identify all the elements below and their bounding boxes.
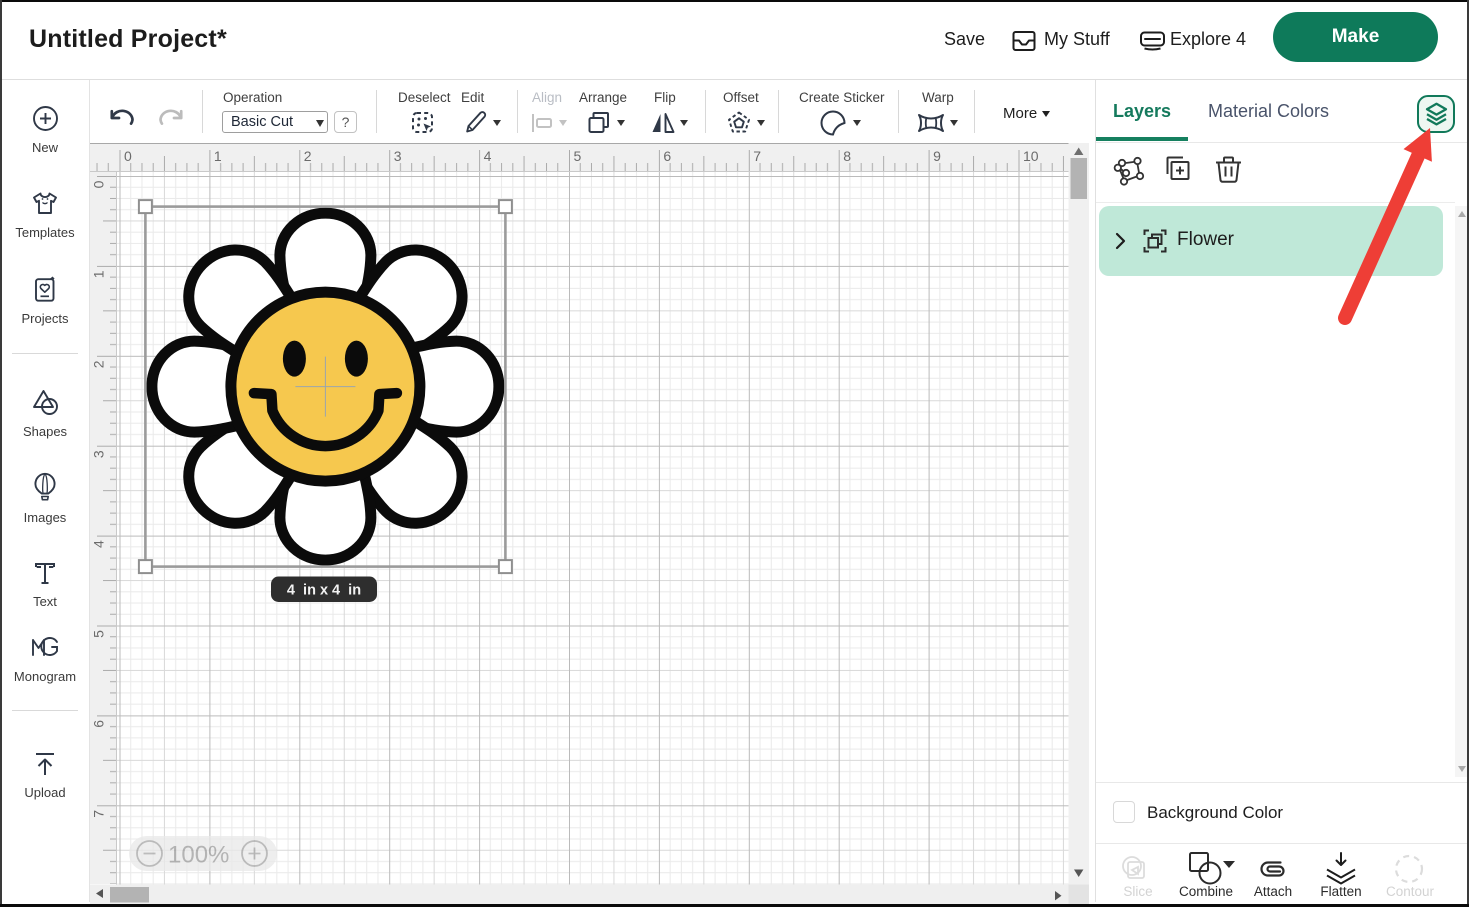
svg-text:5: 5	[91, 630, 107, 638]
svg-text:8: 8	[843, 148, 851, 164]
svg-text:1: 1	[214, 148, 222, 164]
svg-text:6: 6	[663, 148, 671, 164]
svg-text:9: 9	[933, 148, 941, 164]
svg-text:4: 4	[484, 148, 492, 164]
svg-text:100%: 100%	[168, 842, 229, 869]
svg-text:4 in x 4 in: 4 in x 4 in	[287, 583, 361, 599]
svg-text:7: 7	[91, 810, 107, 818]
svg-text:1: 1	[91, 270, 107, 278]
svg-text:2: 2	[91, 360, 107, 368]
svg-text:10: 10	[1023, 148, 1039, 164]
svg-text:4: 4	[91, 540, 107, 548]
svg-text:3: 3	[91, 450, 107, 458]
svg-text:2: 2	[304, 148, 312, 164]
svg-text:5: 5	[574, 148, 582, 164]
svg-text:6: 6	[91, 720, 107, 728]
svg-text:3: 3	[394, 148, 402, 164]
svg-text:7: 7	[753, 148, 761, 164]
svg-text:0: 0	[124, 148, 132, 164]
svg-text:0: 0	[91, 180, 107, 188]
